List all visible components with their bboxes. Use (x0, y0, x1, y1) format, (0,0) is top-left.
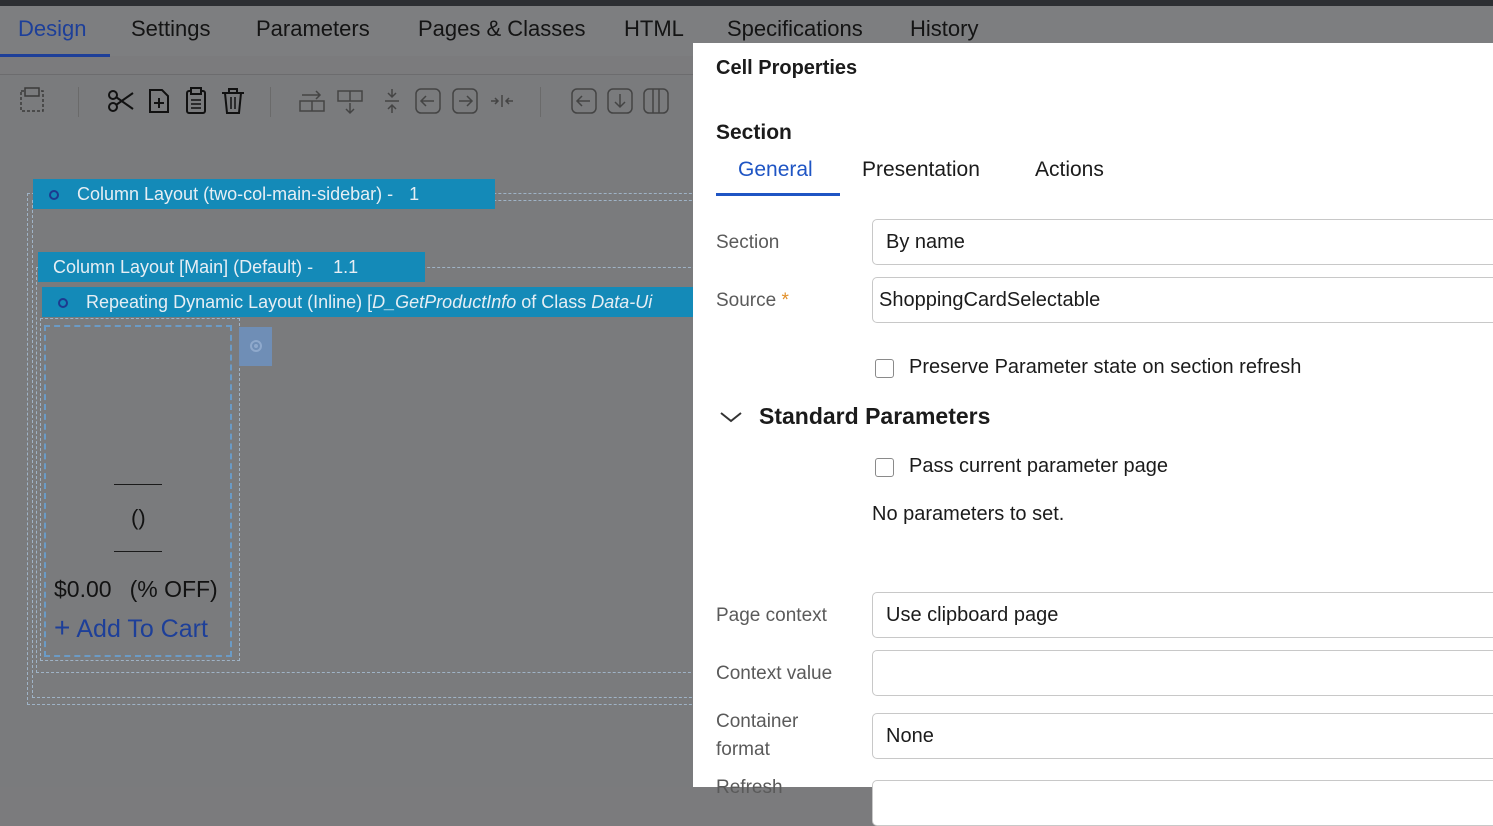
tab-pages-classes[interactable]: Pages & Classes (418, 16, 586, 42)
clipboard-icon[interactable] (182, 87, 210, 115)
delete-icon[interactable] (219, 87, 247, 115)
layout-select-icon[interactable] (18, 87, 46, 115)
insert-left-icon[interactable] (414, 87, 442, 115)
column-down-icon[interactable] (606, 87, 634, 115)
add-page-icon[interactable] (145, 87, 173, 115)
panel-section-heading: Section (716, 121, 792, 144)
container-format-label-line1: Container (716, 711, 799, 732)
add-to-cart-link[interactable]: + Add To Cart (54, 612, 208, 644)
main-column-label: Column Layout [Main] (Default) - (53, 257, 314, 277)
required-icon: * (781, 290, 789, 311)
preserve-parameter-checkbox[interactable] (875, 359, 894, 378)
page-context-select[interactable]: Use clipboard page (872, 592, 1493, 638)
column-layout-label: Column Layout (two-col-main-sidebar) - (77, 184, 394, 204)
gear-icon (250, 340, 262, 352)
column-left-icon[interactable] (570, 87, 598, 115)
tab-html[interactable]: HTML (624, 16, 684, 42)
chevron-down-icon[interactable] (718, 409, 744, 425)
column-layout-number: 1 (409, 184, 420, 204)
no-parameters-text: No parameters to set. (872, 503, 1065, 525)
tab-settings[interactable]: Settings (131, 16, 211, 42)
insert-row-after-icon[interactable] (298, 87, 326, 115)
main-column-header[interactable]: Column Layout [Main] (Default) - 1.1 (38, 252, 425, 282)
cut-icon[interactable] (107, 87, 135, 115)
card-rating-count: () (131, 505, 146, 530)
card-price: $0.00 (54, 576, 112, 602)
toolbar-separator (78, 87, 79, 117)
tab-specifications[interactable]: Specifications (727, 16, 863, 42)
source-label-text: Source (716, 290, 777, 311)
repeating-layout-label: Repeating Dynamic Layout (Inline) [ (86, 292, 373, 312)
pass-parameter-label: Pass current parameter page (909, 455, 1169, 477)
refresh-label: Refresh (716, 777, 783, 798)
merge-icon[interactable] (488, 87, 516, 115)
tab-history[interactable]: History (910, 16, 978, 42)
container-format-label-line2: format (716, 739, 770, 760)
main-column-number: 1.1 (333, 257, 359, 277)
insert-right-icon[interactable] (451, 87, 479, 115)
context-value-input[interactable] (872, 650, 1493, 696)
panel-tab-actions[interactable]: Actions (1035, 158, 1104, 182)
card-placeholder-line (114, 551, 162, 552)
tab-design[interactable]: Design (18, 16, 86, 42)
design-toolbar (0, 74, 693, 128)
panel-tab-general[interactable]: General (738, 158, 813, 182)
repeating-layout-of-class: of Class (516, 292, 592, 312)
layout-indicator-icon (58, 298, 68, 309)
cell-settings-button[interactable] (239, 327, 272, 366)
pass-parameter-checkbox[interactable] (875, 458, 894, 477)
repeating-layout-header[interactable]: Repeating Dynamic Layout (Inline) [D_Get… (42, 287, 693, 317)
row-resize-icon[interactable] (378, 87, 406, 115)
container-format-label: Container format (716, 708, 798, 764)
card-placeholder-line (114, 484, 162, 485)
card-discount: (% OFF) (129, 576, 218, 602)
plus-icon: + (54, 612, 71, 643)
panel-active-tab-indicator (716, 193, 840, 196)
repeating-layout-class: Data-Ui (591, 292, 653, 312)
toolbar-separator (540, 87, 541, 117)
section-field-label: Section (716, 232, 780, 253)
source-input[interactable]: ShoppingCardSelectable (872, 277, 1493, 323)
tab-parameters[interactable]: Parameters (256, 16, 370, 42)
column-icon[interactable] (642, 87, 670, 115)
page-context-label: Page context (716, 605, 827, 626)
insert-row-before-icon[interactable] (336, 87, 364, 115)
standard-parameters-header[interactable]: Standard Parameters (759, 403, 990, 430)
context-value-label: Context value (716, 663, 833, 684)
toolbar-separator (270, 87, 271, 117)
repeating-layout-source: D_GetProductInfo (372, 292, 517, 312)
cell-properties-panel: Cell Properties Section General Presenta… (693, 43, 1493, 826)
active-tab-indicator (0, 54, 110, 57)
card-price-line: $0.00 (% OFF) (54, 576, 218, 603)
layout-indicator-icon (49, 190, 59, 201)
column-layout-header[interactable]: Column Layout (two-col-main-sidebar) - 1 (33, 179, 495, 209)
section-select[interactable]: By name (872, 219, 1493, 265)
product-card-cell[interactable] (44, 325, 232, 657)
container-format-select[interactable]: None (872, 713, 1493, 759)
preserve-parameter-label: Preserve Parameter state on section refr… (909, 356, 1302, 378)
panel-tab-presentation[interactable]: Presentation (862, 158, 980, 182)
source-field-label: Source * (716, 287, 789, 315)
add-to-cart-label: Add To Cart (76, 615, 208, 643)
panel-title: Cell Properties (716, 57, 858, 79)
